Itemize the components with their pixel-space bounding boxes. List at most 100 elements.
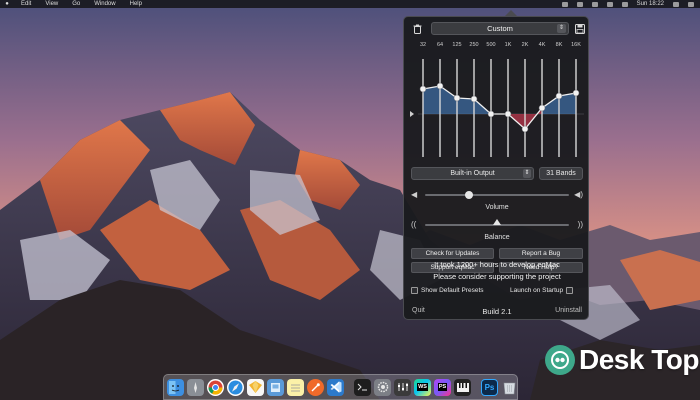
bands-dropdown[interactable]: 31 Bands: [539, 167, 583, 180]
safari-icon[interactable]: [227, 378, 244, 396]
vscode-icon[interactable]: [327, 378, 344, 396]
sketch-icon[interactable]: [247, 378, 264, 396]
popover-footer: Build 2.1 Quit Uninstall: [412, 307, 582, 317]
preset-toolbar: Custom ⇕: [409, 21, 585, 35]
phpstorm-label: PS: [437, 383, 448, 391]
volume-slider[interactable]: ◀ ◀): [411, 189, 583, 201]
photoshop-label: Ps: [484, 382, 495, 392]
support-message-line-1: It took 1200+ hours to develop eqMac: [434, 260, 560, 269]
check-updates-button[interactable]: Check for Updates: [411, 248, 494, 259]
save-preset-icon[interactable]: [574, 23, 585, 34]
freq-label: 1K: [504, 42, 512, 48]
uninstall-button[interactable]: Uninstall: [555, 307, 582, 314]
menu-view[interactable]: View: [38, 0, 65, 8]
battery-icon[interactable]: [621, 1, 628, 7]
report-bug-button[interactable]: Report a Bug: [499, 248, 583, 259]
show-default-presets-toggle[interactable]: Show Default Presets: [411, 287, 484, 294]
volume-low-icon: ◀: [411, 190, 418, 199]
freq-label: 250: [469, 42, 479, 48]
band-knob-125[interactable]: [453, 94, 461, 102]
bands-value: 31 Bands: [546, 170, 576, 177]
apple-menu-icon[interactable]: ●: [0, 0, 14, 8]
launchpad-icon[interactable]: [187, 378, 204, 396]
output-device-dropdown[interactable]: Built-in Output ⇕: [411, 167, 534, 180]
menu-go[interactable]: Go: [65, 0, 87, 8]
launch-on-startup-checkbox[interactable]: [566, 287, 574, 294]
trash-icon[interactable]: [501, 379, 518, 396]
search-icon[interactable]: [673, 1, 679, 7]
balance-label: Balance: [484, 234, 510, 241]
notes-icon[interactable]: [287, 378, 304, 396]
dock: WS PS Ps: [163, 374, 518, 400]
band-knob-32[interactable]: [419, 85, 427, 93]
freq-label: 8K: [555, 42, 563, 48]
menu-window[interactable]: Window: [87, 0, 122, 8]
freq-label: 125: [452, 42, 462, 48]
volume-knob[interactable]: [465, 191, 473, 199]
freq-label: 4K: [538, 42, 546, 48]
show-default-presets-checkbox[interactable]: [411, 287, 418, 294]
zero-line-marker-icon: [410, 111, 414, 117]
chrome-icon[interactable]: [207, 378, 224, 396]
webstorm-label: WS: [417, 383, 428, 391]
launch-on-startup-toggle[interactable]: Launch on Startup: [510, 287, 574, 294]
wifi-icon[interactable]: [591, 1, 598, 7]
finder-icon[interactable]: [167, 378, 184, 396]
preset-value: Custom: [487, 24, 513, 33]
band-knob-16k[interactable]: [572, 89, 580, 97]
eqmac-icon[interactable]: [394, 378, 411, 396]
freq-label: 64: [436, 42, 444, 48]
freq-label: 16K: [571, 42, 581, 48]
launch-on-startup-label: Launch on Startup: [510, 287, 564, 294]
band-knob-250[interactable]: [470, 95, 478, 103]
band-knob-1k[interactable]: [504, 110, 512, 118]
band-knob-500[interactable]: [487, 110, 495, 118]
volume-label: Volume: [485, 204, 509, 211]
band-knob-8k[interactable]: [555, 92, 563, 100]
balance-knob[interactable]: [493, 219, 501, 225]
balance-right-icon: )): [577, 220, 583, 229]
chevron-updown-icon: ⇕: [523, 169, 531, 178]
band-knob-4k[interactable]: [538, 104, 546, 112]
photoshop-icon[interactable]: Ps: [481, 378, 498, 396]
boost-region: [423, 86, 508, 114]
support-message-line-2: Please consider supporting the project: [433, 272, 561, 281]
menu-bar: ● Edit View Go Window Help Sun 18:22: [0, 0, 700, 8]
eqmac-popover: Custom ⇕ 32 64 125 250 500 1K 2K 4K 8K 1…: [403, 16, 589, 320]
watermark: Desk Top: [545, 340, 699, 380]
watermark-logo-icon: [545, 345, 575, 375]
chevron-updown-icon: ⇕: [557, 24, 566, 33]
balance-left-icon: ((: [411, 220, 417, 229]
volume-high-icon: ◀): [574, 190, 583, 199]
status-icon[interactable]: [576, 1, 583, 7]
balance-slider[interactable]: (( )): [411, 219, 583, 231]
webstorm-icon[interactable]: WS: [414, 378, 431, 396]
system-preferences-icon[interactable]: [374, 378, 391, 396]
eqmac-status-icon[interactable]: [561, 1, 568, 7]
band-knob-2k[interactable]: [521, 125, 529, 133]
postman-icon[interactable]: [307, 378, 324, 396]
watermark-text: Desk Top: [579, 344, 699, 375]
volume-status-icon[interactable]: [606, 1, 613, 7]
menu-list-icon[interactable]: [688, 1, 694, 7]
volume-track: [425, 194, 569, 196]
delete-preset-trash-icon[interactable]: [412, 23, 423, 34]
output-device-value: Built-in Output: [450, 170, 495, 177]
frequency-labels: 32 64 125 250 500 1K 2K 4K 8K 16K: [418, 42, 586, 51]
freq-label: 2K: [521, 42, 529, 48]
quit-button[interactable]: Quit: [412, 307, 425, 314]
terminal-icon[interactable]: [354, 378, 371, 396]
menu-bar-status: Sun 18:22: [561, 0, 694, 8]
band-knob-64[interactable]: [436, 82, 444, 90]
preview-icon[interactable]: [267, 378, 284, 396]
freq-label: 32: [419, 42, 427, 48]
phpstorm-icon[interactable]: PS: [434, 378, 451, 396]
menu-edit[interactable]: Edit: [14, 0, 38, 8]
piano-icon[interactable]: [454, 378, 471, 396]
freq-label: 500: [486, 42, 496, 48]
menu-clock[interactable]: Sun 18:22: [637, 0, 664, 8]
show-default-presets-label: Show Default Presets: [421, 287, 484, 294]
menu-help[interactable]: Help: [123, 0, 149, 8]
preset-dropdown[interactable]: Custom ⇕: [431, 22, 569, 35]
equalizer-sliders[interactable]: [408, 51, 586, 161]
